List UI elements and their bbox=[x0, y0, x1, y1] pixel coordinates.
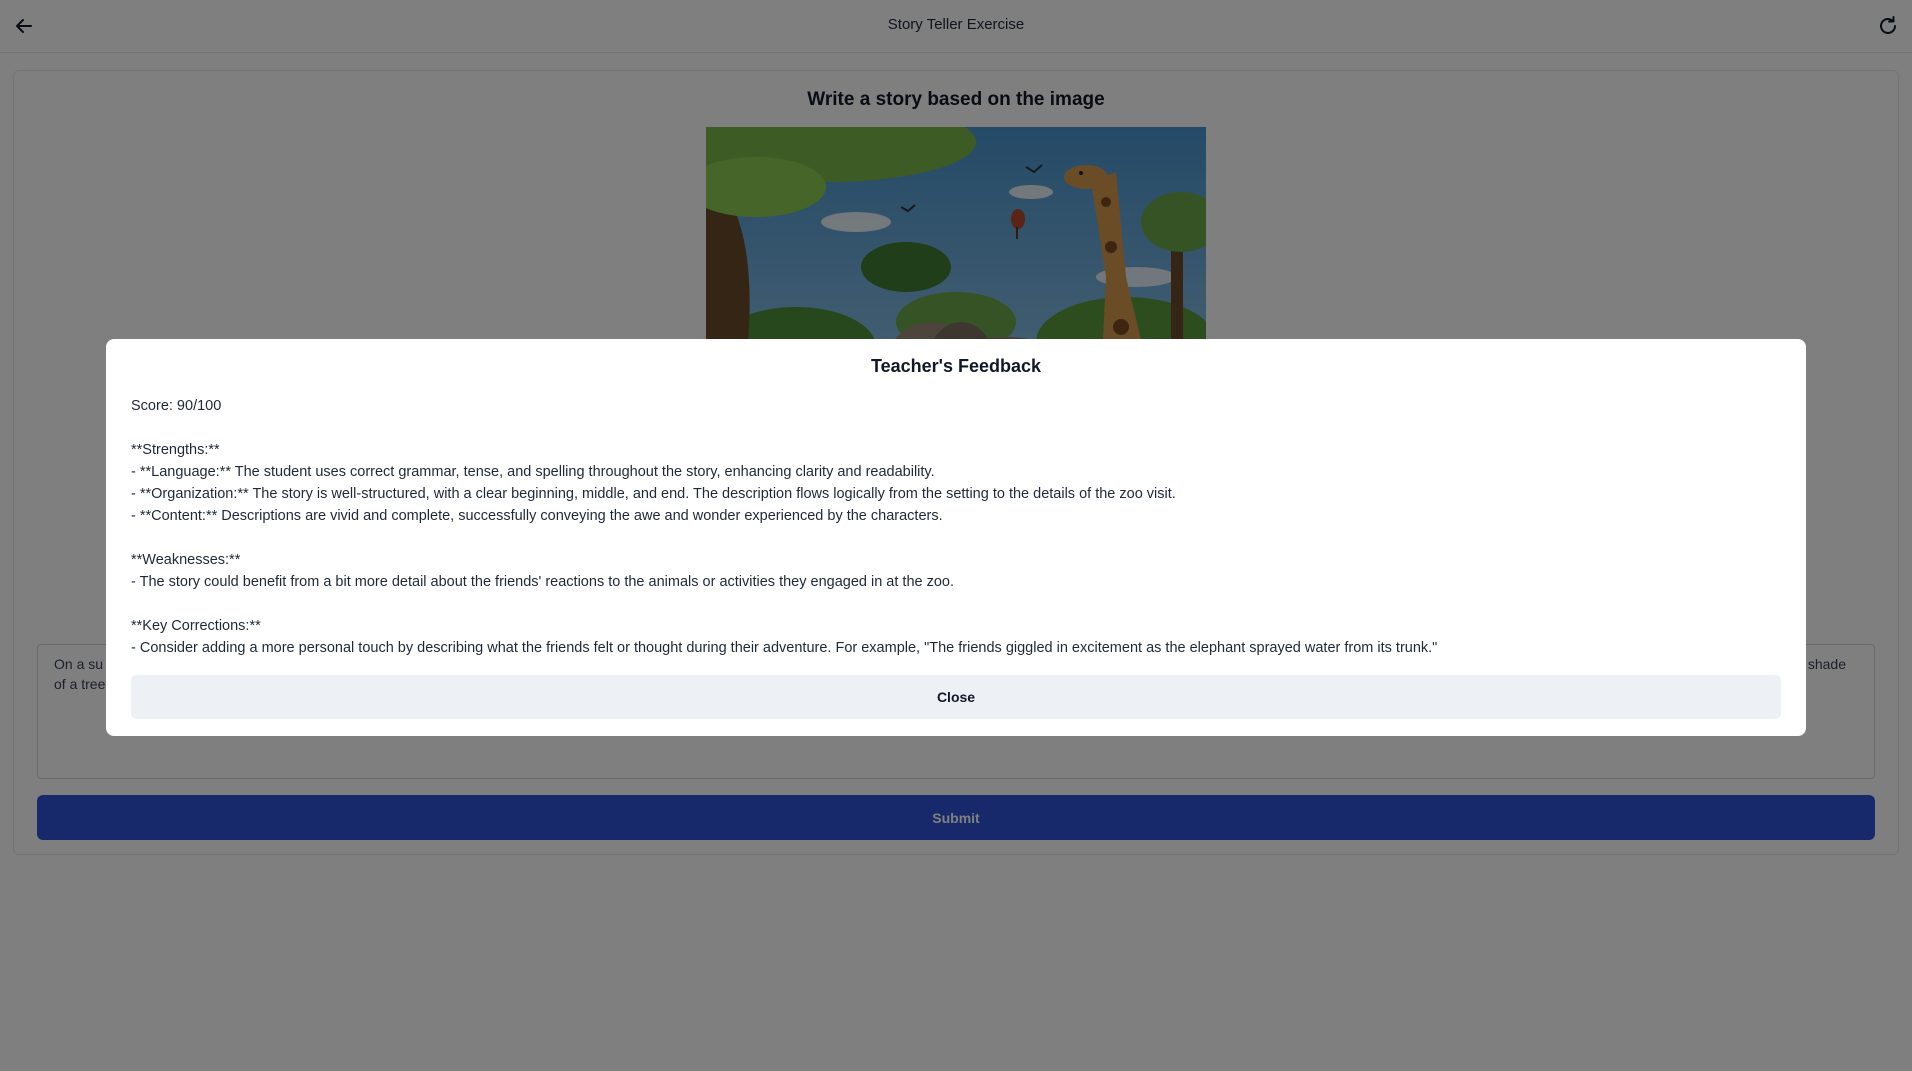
feedback-modal: Teacher's Feedback Score: 90/100 **Stren… bbox=[106, 339, 1806, 736]
feedback-body: Score: 90/100 **Strengths:** - **Languag… bbox=[131, 395, 1781, 659]
strength-item: - **Content:** Descriptions are vivid an… bbox=[131, 508, 943, 524]
weaknesses-heading: **Weaknesses:** bbox=[131, 552, 241, 568]
weakness-item: - The story could benefit from a bit mor… bbox=[131, 574, 955, 590]
strengths-heading: **Strengths:** bbox=[131, 442, 220, 458]
close-button[interactable]: Close bbox=[131, 675, 1781, 719]
feedback-modal-title: Teacher's Feedback bbox=[870, 356, 1042, 376]
feedback-score: Score: 90/100 bbox=[131, 398, 222, 414]
correction-item: - Consider adding a more personal touch … bbox=[131, 640, 1438, 656]
corrections-heading: **Key Corrections:** bbox=[131, 618, 261, 634]
strength-item: - **Language:** The student uses correct… bbox=[131, 464, 935, 480]
strength-item: - **Organization:** The story is well-st… bbox=[131, 486, 1176, 502]
